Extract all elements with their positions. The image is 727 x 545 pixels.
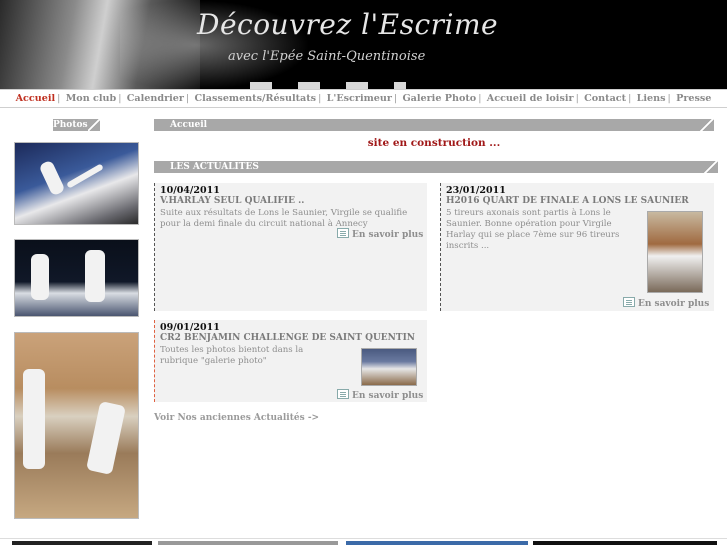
sidebar-photo-2[interactable]	[14, 239, 139, 317]
nav-item-presse[interactable]: Presse	[676, 93, 711, 104]
sidebar-photos-heading: Photos	[53, 119, 100, 131]
nav-item-accueil[interactable]: Accueil	[16, 93, 56, 104]
read-more-link[interactable]: En savoir plus	[623, 297, 709, 309]
nav-separator: |	[185, 93, 190, 104]
nav-item-contact[interactable]: Contact	[584, 93, 626, 104]
news-body: Toutes les photos bientot dans la rubriq…	[160, 345, 304, 366]
nav-separator: |	[575, 93, 579, 104]
nav-item-classements[interactable]: Classements/Résultats	[195, 93, 317, 104]
news-item: 09/01/2011 CR2 BENJAMIN CHALLENGE DE SAI…	[154, 320, 427, 402]
nav-separator: |	[478, 93, 482, 104]
nav-item-accueil-loisir[interactable]: Accueil de loisir	[487, 93, 574, 104]
nav-item-calendrier[interactable]: Calendrier	[127, 93, 184, 104]
older-news-link[interactable]: Voir Nos anciennes Actualités ->	[154, 413, 319, 423]
news-title[interactable]: CR2 BENJAMIN CHALLENGE DE SAINT QUENTIN	[160, 333, 415, 343]
nav-item-escrimeur[interactable]: L'Escrimeur	[327, 93, 392, 104]
nav-separator: |	[57, 93, 61, 104]
document-icon	[623, 297, 635, 307]
news-thumbnail[interactable]	[647, 211, 703, 293]
news-title[interactable]: H2016 QUART DE FINALE A LONS LE SAUNIER	[446, 196, 689, 206]
nav-item-mon-club[interactable]: Mon club	[66, 93, 117, 104]
banner-subtitle: avec l'Epée Saint-Quentinoise	[228, 49, 426, 64]
news-item: 23/01/2011 H2016 QUART DE FINALE A LONS …	[440, 183, 714, 311]
sidebar-photo-3[interactable]	[14, 332, 139, 519]
news-title[interactable]: V.HARLAY SEUL QUALIFIE ..	[160, 196, 304, 206]
news-item: 10/04/2011 V.HARLAY SEUL QUALIFIE .. Sui…	[154, 183, 427, 311]
read-more-link[interactable]: En savoir plus	[337, 389, 423, 401]
news-date: 09/01/2011	[160, 322, 220, 333]
document-icon	[337, 228, 349, 238]
news-thumbnail[interactable]	[361, 348, 417, 386]
nav-separator: |	[118, 93, 122, 104]
nav-separator: |	[667, 93, 671, 104]
partner-logos-strip	[0, 538, 727, 545]
nav-separator: |	[628, 93, 632, 104]
news-date: 23/01/2011	[446, 185, 506, 196]
main-nav: Accueil | Mon club | Calendrier | Classemen…	[0, 89, 727, 108]
read-more-label: En savoir plus	[352, 230, 424, 240]
read-more-label: En savoir plus	[352, 391, 424, 401]
construction-notice: site en construction ...	[367, 137, 501, 149]
site-banner: Découvrez l'Escrime avec l'Epée Saint-Qu…	[0, 0, 727, 90]
read-more-label: En savoir plus	[638, 299, 710, 309]
read-more-link[interactable]: En savoir plus	[337, 228, 423, 240]
nav-separator: |	[393, 93, 398, 104]
accueil-heading: Accueil	[154, 119, 714, 131]
banner-title: Découvrez l'Escrime	[197, 8, 499, 41]
sidebar-photo-1[interactable]	[14, 142, 139, 225]
actualites-heading: LES ACTUALITES	[154, 161, 718, 173]
nav-item-liens[interactable]: Liens	[637, 93, 666, 104]
nav-item-galerie-photo[interactable]: Galerie Photo	[402, 93, 476, 104]
document-icon	[337, 389, 349, 399]
news-date: 10/04/2011	[160, 185, 220, 196]
news-body: 5 tireurs axonais sont partis à Lons le …	[446, 208, 620, 251]
news-body: Suite aux résultats de Lons le Saunier, …	[160, 208, 408, 229]
nav-separator: |	[318, 93, 322, 104]
